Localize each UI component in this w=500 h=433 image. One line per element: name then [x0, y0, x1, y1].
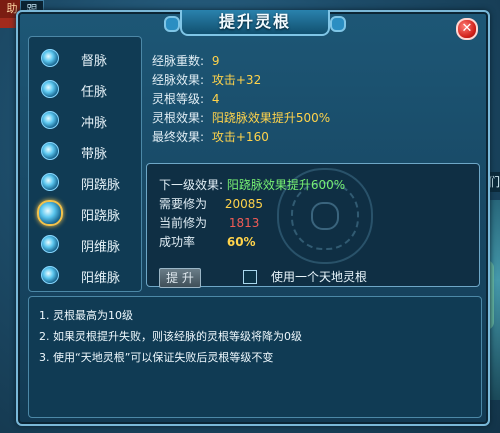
rules-box: 1. 灵根最高为10级 2. 如果灵根提升失败，则该经脉的灵根等级将降为0级 3… — [28, 296, 482, 418]
meridian-item-ren[interactable]: 任脉 — [29, 74, 141, 104]
meridian-details: 经脉重数: 9 经脉效果: 攻击+32 灵根等级: 4 灵根效果: 阳跷脉效果提… — [146, 36, 480, 290]
meridian-orb-icon — [41, 266, 59, 284]
enhance-spirit-root-window: 提升灵根 ✕ 督脉 任脉 冲脉 带脉 阴跷脉 阳跷脉 阴维脉 阳维脉 经脉重数:… — [16, 10, 490, 426]
final-effect-label: 最终效果: — [152, 130, 205, 144]
required-cultivation-value: 20085 — [224, 197, 264, 211]
meridian-label: 阴维脉 — [81, 240, 121, 255]
meridian-level-row: 经脉重数: 9 — [152, 52, 220, 70]
meridian-item-yinqiao[interactable]: 阴跷脉 — [29, 167, 141, 197]
meridian-label: 阳跷脉 — [81, 209, 121, 224]
root-level-row: 灵根等级: 4 — [152, 90, 220, 108]
final-effect-value: 攻击+160 — [211, 130, 269, 144]
root-effect-row: 灵根效果: 阳跷脉效果提升500% — [152, 109, 330, 127]
use-spirit-root-checkbox[interactable] — [243, 270, 257, 284]
meridian-item-yinwei[interactable]: 阴维脉 — [29, 229, 141, 259]
window-title: 提升灵根 — [164, 10, 346, 36]
meridian-orb-icon — [41, 235, 59, 253]
meridian-label: 冲脉 — [81, 116, 108, 131]
meridian-item-yangwei[interactable]: 阳维脉 — [29, 260, 141, 290]
upgrade-button[interactable]: 提 升 — [159, 268, 201, 288]
meridian-label: 阳维脉 — [81, 271, 121, 286]
meridian-effect-row: 经脉效果: 攻击+32 — [152, 71, 261, 89]
root-effect-label: 灵根效果: — [152, 111, 205, 125]
root-level-value: 4 — [211, 92, 220, 106]
current-cultivation-row: 当前修为 1813 — [159, 214, 259, 232]
meridian-label: 带脉 — [81, 147, 108, 162]
meridian-label: 任脉 — [81, 85, 108, 100]
use-spirit-root-label: 使用一个天地灵根 — [271, 270, 368, 284]
rule-item: 1. 灵根最高为10级 — [39, 309, 133, 322]
meridian-orb-icon — [41, 49, 59, 67]
rule-item: 2. 如果灵根提升失败，则该经脉的灵根等级将降为0级 — [39, 330, 302, 343]
meridian-item-yangqiao-selected[interactable]: 阳跷脉 — [29, 198, 141, 228]
meridian-orb-icon — [41, 173, 59, 191]
next-effect-value: 阳跷脉效果提升600% — [226, 178, 346, 192]
meridian-effect-value: 攻击+32 — [211, 73, 262, 87]
meridian-list: 督脉 任脉 冲脉 带脉 阴跷脉 阳跷脉 阴维脉 阳维脉 — [28, 36, 142, 292]
current-cultivation-value: 1813 — [228, 216, 260, 230]
meridian-orb-selected-icon — [37, 200, 63, 226]
required-cultivation-row: 需要修为 20085 — [159, 195, 263, 213]
next-effect-label: 下一级效果: — [159, 178, 224, 192]
rule-item: 3. 使用“天地灵根”可以保证失败后灵根等级不变 — [39, 351, 274, 364]
required-cultivation-label: 需要修为 — [159, 197, 208, 211]
root-level-label: 灵根等级: — [152, 92, 205, 106]
next-level-box: 下一级效果: 阳跷脉效果提升600% 需要修为 20085 当前修为 1813 … — [146, 163, 480, 288]
meridian-label: 督脉 — [81, 54, 108, 69]
meridian-level-value: 9 — [211, 54, 220, 68]
meridian-item-dai[interactable]: 带脉 — [29, 136, 141, 166]
next-effect-row: 下一级效果: 阳跷脉效果提升600% — [159, 176, 345, 194]
meridian-orb-icon — [41, 111, 59, 129]
meridian-item-du[interactable]: 督脉 — [29, 43, 141, 73]
success-rate-value: 60% — [226, 235, 256, 249]
meridian-label: 阴跷脉 — [81, 178, 121, 193]
meridian-level-label: 经脉重数: — [152, 54, 205, 68]
success-rate-row: 成功率 60% — [159, 233, 256, 251]
meridian-effect-label: 经脉效果: — [152, 73, 205, 87]
current-cultivation-label: 当前修为 — [159, 216, 208, 230]
root-effect-value: 阳跷脉效果提升500% — [211, 111, 331, 125]
meridian-item-chong[interactable]: 冲脉 — [29, 105, 141, 135]
success-rate-label: 成功率 — [159, 235, 196, 249]
meridian-orb-icon — [41, 80, 59, 98]
final-effect-row: 最终效果: 攻击+160 — [152, 128, 269, 146]
meridian-orb-icon — [41, 142, 59, 160]
